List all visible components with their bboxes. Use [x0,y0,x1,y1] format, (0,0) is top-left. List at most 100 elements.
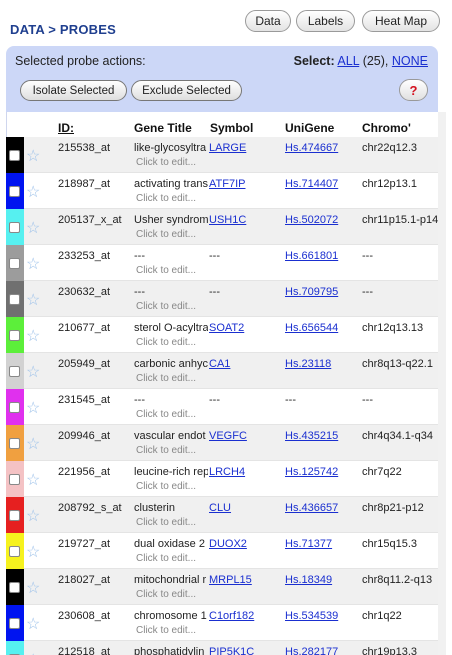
select-all-link[interactable]: ALL [337,54,359,68]
unigene-link[interactable]: Hs.502072 [285,214,361,226]
row-checkbox[interactable] [9,582,20,593]
symbol-link[interactable]: ATF7IP [209,178,283,190]
unigene-link[interactable]: Hs.125742 [285,466,361,478]
row-checkbox[interactable] [9,294,20,305]
table-row[interactable]: ☆ 218987_at activating trans ATF7IP Hs.71440… [6,173,438,209]
select-none-link[interactable]: NONE [392,54,428,68]
star-icon[interactable]: ☆ [26,401,40,417]
star-icon[interactable]: ☆ [26,365,40,381]
star-icon[interactable]: ☆ [26,293,40,309]
row-checkbox[interactable] [9,546,20,557]
table-row[interactable]: ☆ 230632_at --- --- Hs.709795 --- Click to edi… [6,281,438,317]
unigene-link[interactable]: Hs.18349 [285,574,361,586]
row-checkbox[interactable] [9,438,20,449]
table-row[interactable]: ☆ 230608_at chromosome 1 C1orf182 Hs.534539 c… [6,605,438,641]
symbol-link[interactable]: PIP5K1C [209,646,283,655]
table-row[interactable]: ☆ 219727_at dual oxidase 2 DUOX2 Hs.71377 chr… [6,533,438,569]
star-icon[interactable]: ☆ [26,221,40,237]
table-row[interactable]: ☆ 205137_x_at Usher syndrom USH1C Hs.502072 c… [6,209,438,245]
unigene-link[interactable]: Hs.23118 [285,358,361,370]
chromosome: chr19p13.3 [362,646,418,655]
row-checkbox[interactable] [9,510,20,521]
isolate-selected-button[interactable]: Isolate Selected [20,80,127,101]
symbol-link[interactable]: VEGFC [209,430,283,442]
unigene-link[interactable]: Hs.661801 [285,250,361,262]
table-row[interactable]: ☆ 209946_at vascular endot VEGFC Hs.435215 ch… [6,425,438,461]
edit-placeholder[interactable]: Click to edit... [136,229,196,240]
row-checkbox[interactable] [9,474,20,485]
symbol-link[interactable]: USH1C [209,214,283,226]
table-row[interactable]: ☆ 221956_at leucine-rich rep LRCH4 Hs.125742… [6,461,438,497]
edit-placeholder[interactable]: Click to edit... [136,553,196,564]
symbol-link[interactable]: SOAT2 [209,322,283,334]
column-header-unigene[interactable]: UniGene [285,121,334,135]
column-header-gene-title[interactable]: Gene Title [134,121,192,135]
unigene-link[interactable]: Hs.714407 [285,178,361,190]
row-checkbox[interactable] [9,150,20,161]
tab-data[interactable]: Data [245,10,291,32]
column-header-symbol[interactable]: Symbol [210,121,253,135]
row-checkbox[interactable] [9,618,20,629]
tab-labels[interactable]: Labels [296,10,355,32]
symbol-link[interactable]: CLU [209,502,283,514]
row-checkbox[interactable] [9,186,20,197]
scrollbar[interactable] [438,112,446,655]
star-icon[interactable]: ☆ [26,581,40,597]
symbol-link[interactable]: MRPL15 [209,574,283,586]
row-checkbox[interactable] [9,222,20,233]
table-row[interactable]: ☆ 208792_s_at clusterin CLU Hs.436657 chr8p21… [6,497,438,533]
table-row[interactable]: ☆ 218027_at mitochondrial r MRPL15 Hs.18349 c… [6,569,438,605]
table-row[interactable]: ☆ 215538_at like-glycosyltra LARGE Hs.474667… [6,137,438,173]
edit-placeholder[interactable]: Click to edit... [136,301,196,312]
unigene-link[interactable]: Hs.709795 [285,286,361,298]
unigene-link[interactable]: Hs.282177 [285,646,361,655]
edit-placeholder[interactable]: Click to edit... [136,409,196,420]
table-row[interactable]: ☆ 233253_at --- --- Hs.661801 --- Click to edi… [6,245,438,281]
symbol-link[interactable]: CA1 [209,358,283,370]
unigene-link[interactable]: Hs.474667 [285,142,361,154]
row-checkbox[interactable] [9,258,20,269]
edit-placeholder[interactable]: Click to edit... [136,265,196,276]
table-row[interactable]: ☆ 210677_at sterol O-acyltra SOAT2 Hs.656544… [6,317,438,353]
symbol-link[interactable]: LARGE [209,142,283,154]
edit-placeholder[interactable]: Click to edit... [136,481,196,492]
edit-placeholder[interactable]: Click to edit... [136,373,196,384]
star-icon[interactable]: ☆ [26,617,40,633]
star-icon[interactable]: ☆ [26,149,40,165]
exclude-selected-button[interactable]: Exclude Selected [131,80,242,101]
row-checkbox[interactable] [9,330,20,341]
star-icon[interactable]: ☆ [26,329,40,345]
help-button[interactable]: ? [399,79,428,101]
table-row[interactable]: ☆ 231545_at --- --- --- --- Click to edit... [6,389,438,425]
star-icon[interactable]: ☆ [26,437,40,453]
edit-placeholder[interactable]: Click to edit... [136,445,196,456]
star-icon[interactable]: ☆ [26,473,40,489]
unigene-link[interactable]: Hs.436657 [285,502,361,514]
symbol-link[interactable]: LRCH4 [209,466,283,478]
edit-placeholder[interactable]: Click to edit... [136,193,196,204]
unigene-link[interactable]: Hs.71377 [285,538,361,550]
table-row[interactable]: ☆ 205949_at carbonic anhyc CA1 Hs.23118 chr8q… [6,353,438,389]
star-icon[interactable]: ☆ [26,185,40,201]
column-header-chromo[interactable]: Chromo' [362,121,411,135]
edit-placeholder[interactable]: Click to edit... [136,157,196,168]
edit-placeholder[interactable]: Click to edit... [136,589,196,600]
gene-title: like-glycosyltra [134,142,207,154]
edit-placeholder[interactable]: Click to edit... [136,625,196,636]
column-header-id[interactable]: ID: [58,121,74,135]
star-icon[interactable]: ☆ [26,545,40,561]
symbol-link[interactable]: C1orf182 [209,610,283,622]
edit-placeholder[interactable]: Click to edit... [136,337,196,348]
unigene-link[interactable]: Hs.435215 [285,430,361,442]
chromosome: chr22q12.3 [362,142,418,154]
edit-placeholder[interactable]: Click to edit... [136,517,196,528]
unigene-link[interactable]: Hs.656544 [285,322,361,334]
star-icon[interactable]: ☆ [26,257,40,273]
tab-heat-map[interactable]: Heat Map [362,10,440,32]
row-checkbox[interactable] [9,366,20,377]
table-row[interactable]: ☆212518_atphosphatidylinPIP5K1CHs.282177… [6,641,438,655]
star-icon[interactable]: ☆ [26,509,40,525]
unigene-link[interactable]: Hs.534539 [285,610,361,622]
row-checkbox[interactable] [9,402,20,413]
symbol-link[interactable]: DUOX2 [209,538,283,550]
